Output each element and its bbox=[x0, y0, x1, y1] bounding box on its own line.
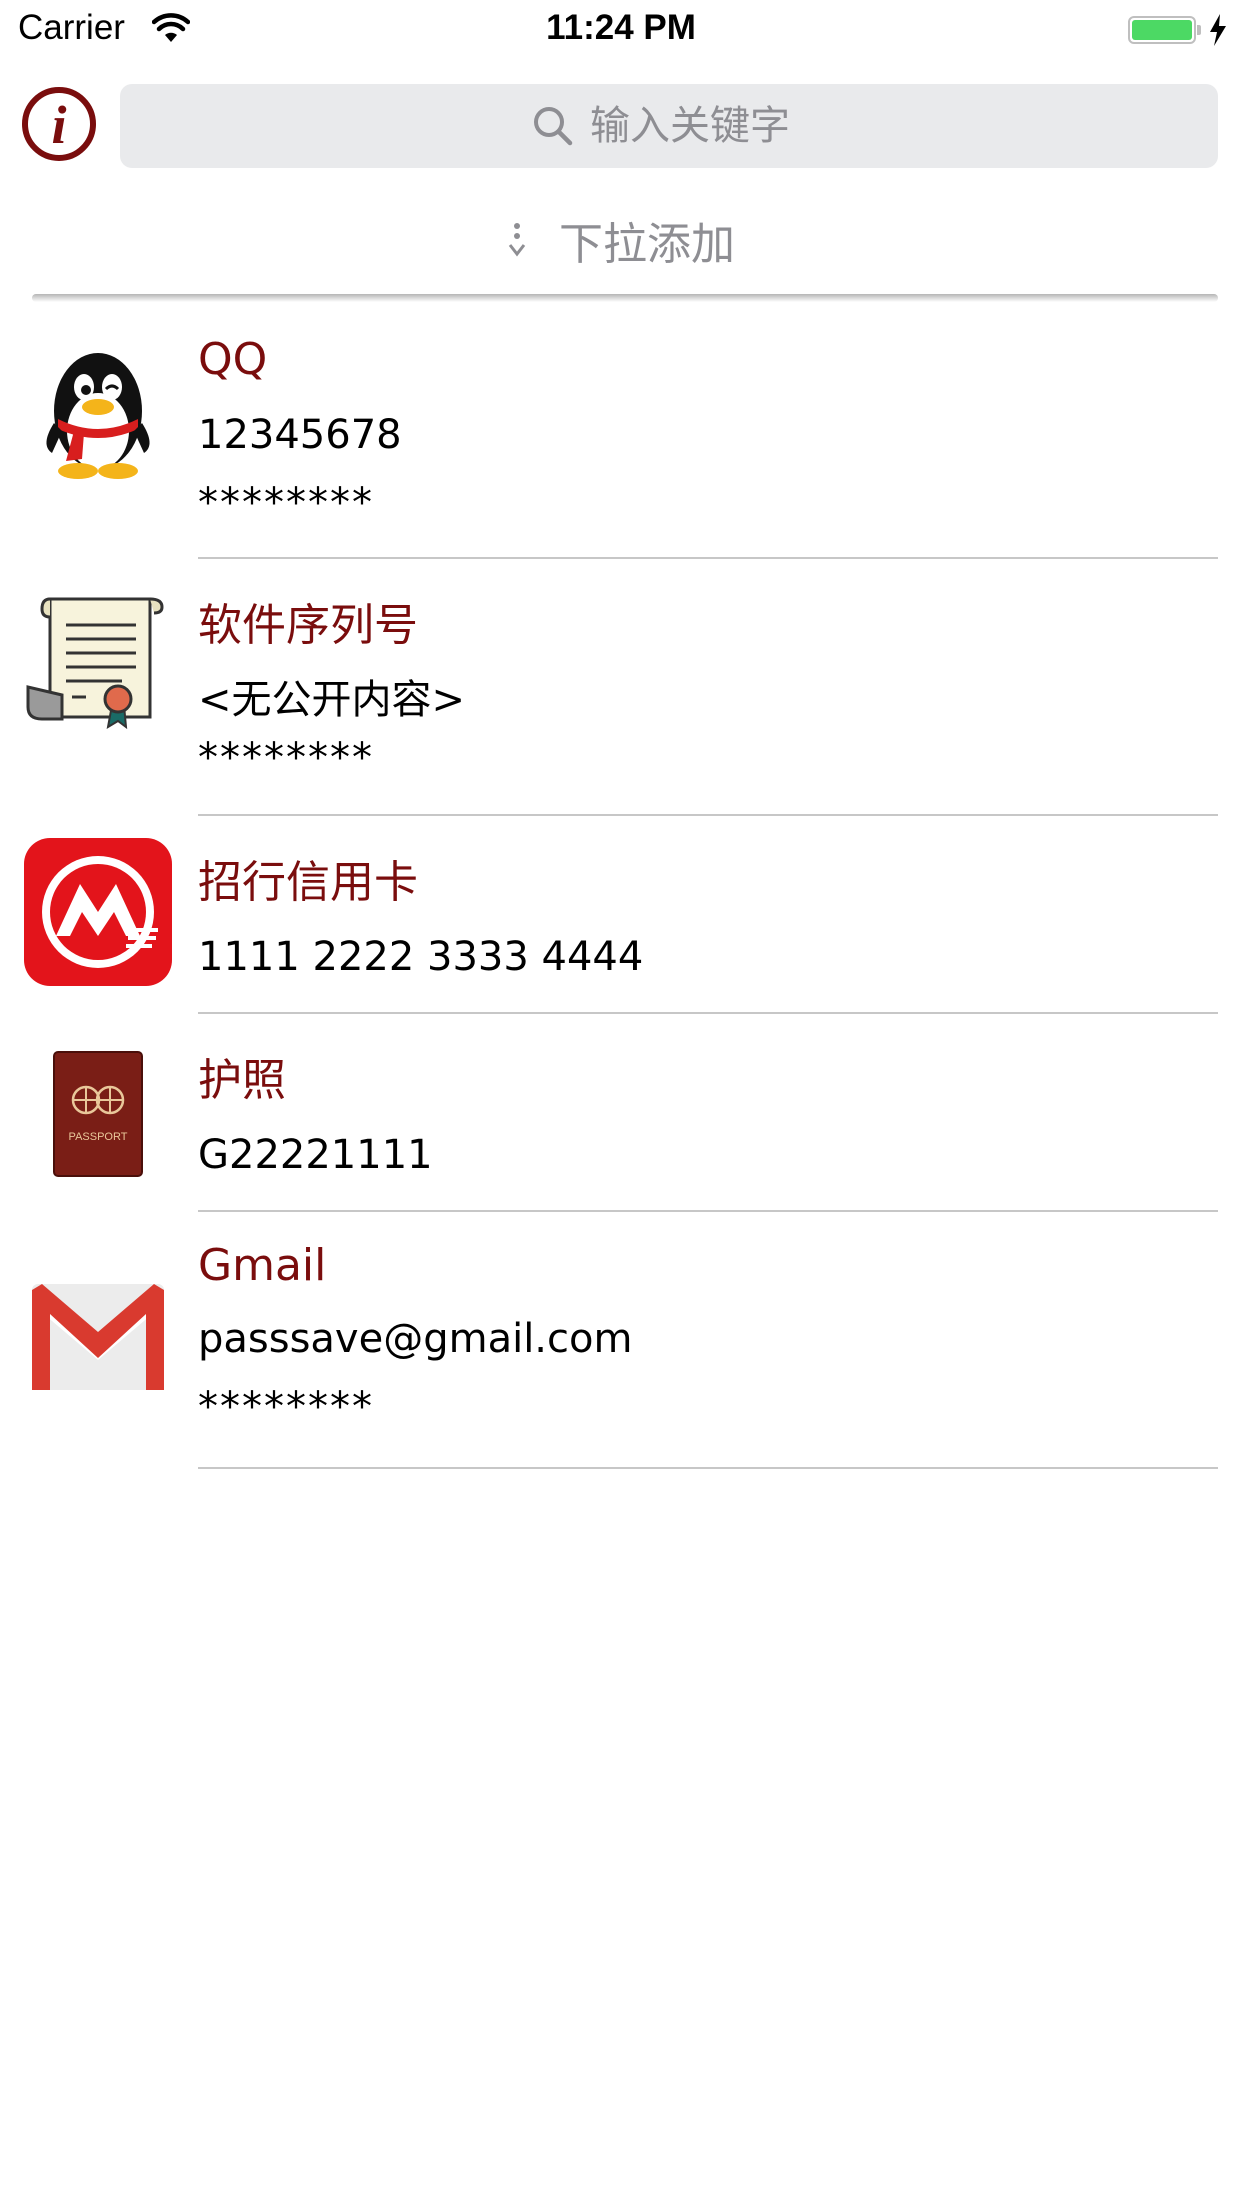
cmb-bank-icon bbox=[24, 838, 172, 986]
list-item[interactable]: 软件序列号 <无公开内容> ******** bbox=[0, 559, 1242, 816]
info-icon: i bbox=[51, 95, 67, 155]
entry-password: ******** bbox=[198, 480, 374, 526]
passport-icon-text: PASSPORT bbox=[69, 1131, 128, 1143]
entry-title: 招行信用卡 bbox=[198, 857, 418, 908]
charging-bolt-icon bbox=[1210, 14, 1226, 46]
passport-icon: PASSPORT bbox=[53, 1051, 143, 1177]
search-icon bbox=[534, 107, 573, 146]
list-item[interactable]: PASSPORT 护照 G22221111 bbox=[0, 1014, 1242, 1212]
list-item[interactable]: QQ 12345678 ******** bbox=[0, 300, 1242, 559]
gmail-icon bbox=[32, 1284, 164, 1390]
entry-password: ******** bbox=[198, 1384, 374, 1430]
pull-to-add-hint: 下拉添加 bbox=[0, 208, 1242, 272]
entry-password: ******** bbox=[198, 735, 374, 781]
scroll-certificate-icon bbox=[26, 597, 164, 730]
pull-hint-text: 下拉添加 bbox=[559, 219, 735, 270]
entry-account: passsave@gmail.com bbox=[198, 1316, 633, 1362]
battery-icon bbox=[1128, 16, 1196, 44]
entry-title: 软件序列号 bbox=[198, 600, 418, 651]
entry-account: G22221111 bbox=[198, 1132, 433, 1178]
entry-account: <无公开内容> bbox=[198, 677, 466, 723]
entry-account: 1111 2222 3333 4444 bbox=[198, 934, 644, 980]
search-input[interactable] bbox=[590, 96, 1150, 156]
entry-title: Gmail bbox=[198, 1240, 327, 1291]
entry-title: QQ bbox=[198, 334, 268, 385]
list-item[interactable]: 招行信用卡 1111 2222 3333 4444 bbox=[0, 816, 1242, 1014]
status-bar: Carrier 11:24 PM bbox=[0, 0, 1242, 60]
pull-down-arrow-icon bbox=[508, 223, 526, 257]
entry-title: 护照 bbox=[198, 1055, 286, 1106]
info-button[interactable]: i bbox=[22, 87, 96, 161]
clock: 11:24 PM bbox=[546, 8, 696, 47]
entry-account: 12345678 bbox=[198, 412, 402, 458]
battery-tip bbox=[1197, 25, 1201, 35]
search-bar[interactable] bbox=[120, 84, 1218, 168]
list-item[interactable]: Gmail passsave@gmail.com ******** bbox=[0, 1212, 1242, 1469]
qq-penguin-icon bbox=[46, 353, 150, 479]
row-separator bbox=[198, 1467, 1218, 1469]
